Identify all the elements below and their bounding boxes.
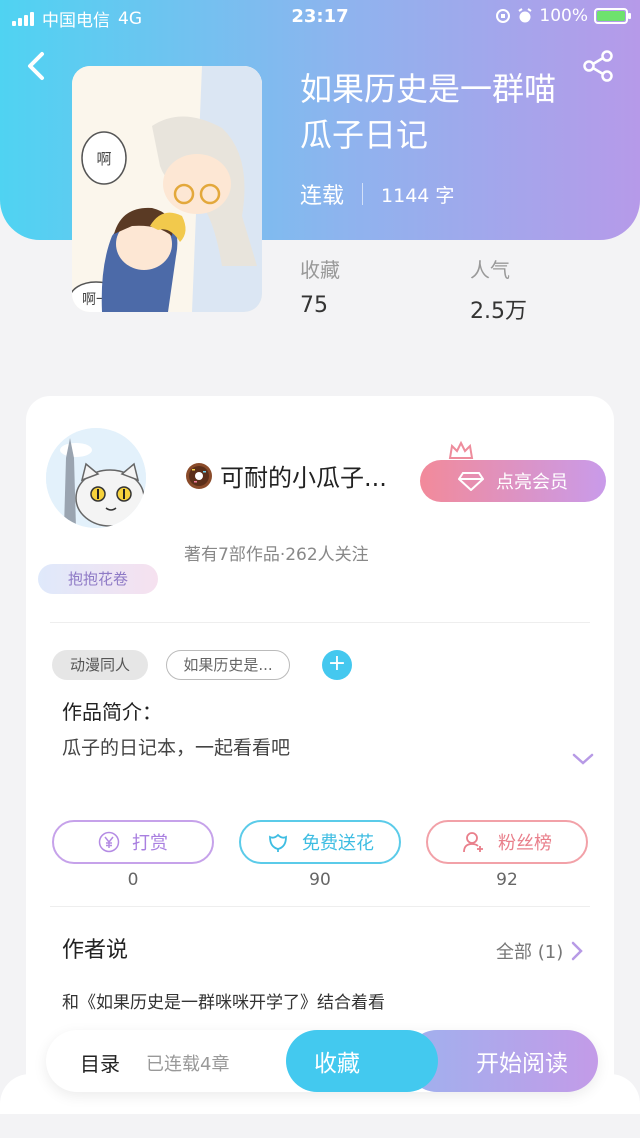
series-tag[interactable]: 如果历史是...: [166, 650, 290, 680]
donut-icon: [186, 462, 212, 489]
meta-divider: [362, 183, 364, 205]
author-name-row[interactable]: 可耐的小瓜子...: [184, 458, 387, 493]
author-badge: 抱抱花卷: [38, 564, 158, 594]
word-count: 1144 字: [381, 184, 455, 207]
chevron-right-icon: [571, 941, 583, 961]
intro-title: 作品简介：: [62, 700, 162, 724]
fans-ranking-label: 粉丝榜: [498, 833, 552, 854]
send-flower-label: 免费送花: [302, 833, 374, 854]
section-divider: [50, 906, 590, 907]
diamond-icon: [458, 472, 484, 491]
favorites-stat: 收藏 75: [300, 254, 340, 318]
alarm-icon: [518, 8, 532, 23]
expand-chevron-icon[interactable]: [572, 752, 594, 766]
table-of-contents-button[interactable]: 目录: [80, 1048, 120, 1077]
section-divider: [50, 622, 590, 623]
reward-label: 打赏: [132, 833, 168, 854]
book-title-line-2: 瓜子日记: [300, 116, 429, 154]
rotation-lock-icon: [496, 9, 511, 23]
popularity-value: 2.5万: [470, 299, 527, 324]
flower-icon: [269, 833, 287, 852]
intro-text: 瓜子的日记本，一起看看吧: [62, 737, 291, 759]
author-says-text: 和《如果历史是一群咪咪开学了》结合着看: [62, 993, 385, 1013]
battery-percent: 100%: [539, 6, 588, 26]
chapter-count: 已连载4章: [146, 1054, 230, 1075]
send-flower-button[interactable]: 免费送花: [239, 820, 401, 864]
popularity-stat: 人气 2.5万: [470, 254, 527, 325]
book-title-line-1: 如果历史是一群喵: [300, 70, 557, 108]
battery-icon: [594, 8, 631, 24]
popularity-label: 人气: [470, 258, 510, 282]
book-cover[interactable]: 啊 啊一: [72, 66, 262, 312]
cat-avatar-image: [46, 428, 146, 528]
favorites-label: 收藏: [300, 258, 340, 282]
crown-icon: [448, 440, 474, 459]
fans-user-icon: [463, 832, 483, 853]
author-says-title: 作者说: [62, 938, 129, 963]
author-name: 可耐的小瓜子...: [220, 464, 387, 492]
cover-illustration: 啊 啊一: [72, 66, 262, 312]
vip-button-label: 点亮会员: [496, 472, 568, 493]
book-meta: 连载 1144 字: [300, 178, 454, 210]
author-says-all-label: 全部 (1): [496, 942, 564, 963]
status-bar: 中国电信 4G 23:17 100%: [0, 0, 640, 34]
reward-button[interactable]: 打赏: [52, 820, 214, 864]
yen-coin-icon: [98, 831, 120, 853]
fans-count: 92: [496, 870, 518, 890]
start-reading-label: 开始阅读: [476, 1051, 568, 1077]
author-meta: 著有7部作品·262人关注: [184, 545, 369, 565]
category-tag[interactable]: 动漫同人: [52, 650, 148, 680]
vip-button[interactable]: 点亮会员: [420, 460, 606, 502]
author-avatar[interactable]: [46, 428, 146, 528]
back-button[interactable]: [22, 48, 52, 84]
favorites-value: 75: [300, 293, 328, 318]
reward-count: 0: [127, 870, 139, 890]
cover-bubble-text-1: 啊: [96, 150, 111, 168]
fans-ranking-button[interactable]: 粉丝榜: [426, 820, 588, 864]
author-says-view-all[interactable]: 全部 (1): [496, 938, 583, 964]
bottom-background: [0, 1074, 640, 1138]
book-status: 连载: [300, 184, 345, 209]
favorite-label: 收藏: [314, 1051, 360, 1077]
flower-count: 90: [309, 870, 331, 890]
favorite-button[interactable]: 收藏: [286, 1030, 438, 1092]
book-title: 如果历史是一群喵 瓜子日记: [300, 66, 600, 158]
add-tag-button[interactable]: +: [322, 650, 352, 680]
